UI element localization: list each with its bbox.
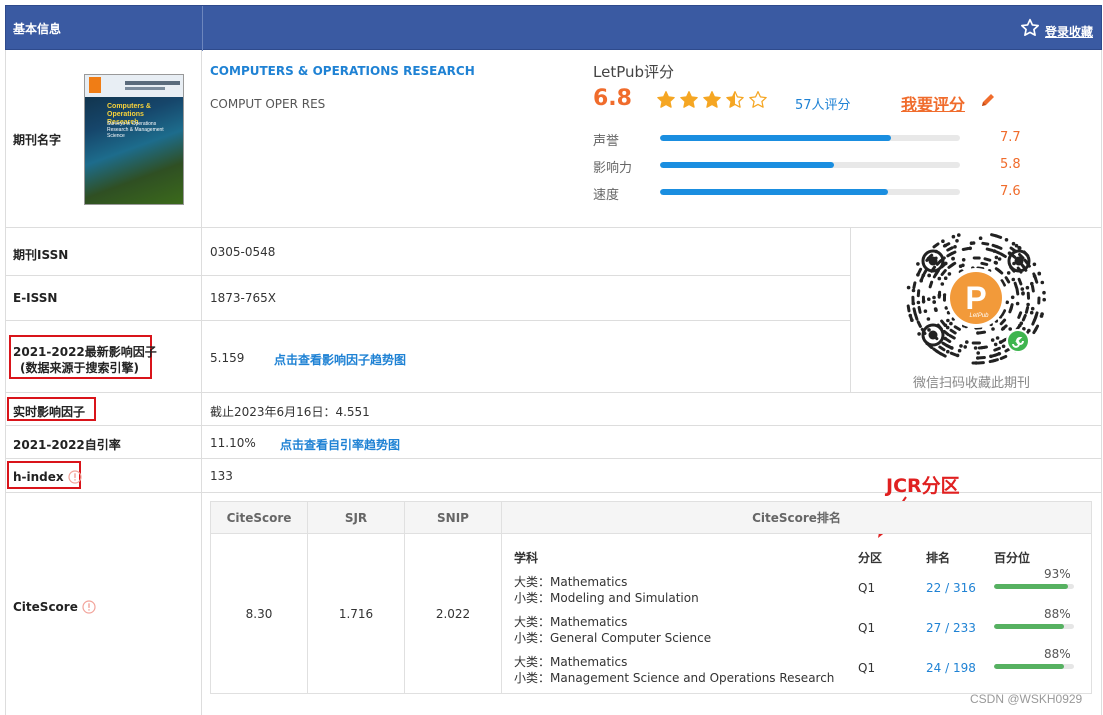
citescore-header: CiteScore <box>210 501 308 534</box>
citescore-label: CiteScore <box>13 600 78 614</box>
h-index-label-wrap: h-index <box>13 470 82 484</box>
star-icon <box>749 91 767 108</box>
metric-name: 速度 <box>593 188 620 203</box>
citescore-value: 8.30 <box>210 533 308 694</box>
percentile-bar <box>994 624 1074 629</box>
rate-journal-link[interactable]: 我要评分 <box>901 91 965 115</box>
cover-subtitle: Surveys in Operations Research & Managem… <box>107 121 164 139</box>
self-citation-label: 2021-2022自引率 <box>13 438 121 452</box>
impact-factor-value: 5.159 <box>210 351 245 365</box>
quartile-value: Q1 <box>858 661 876 675</box>
watermark: CSDN @WSKH0929 <box>970 692 1083 706</box>
quartile-value: Q1 <box>858 581 876 595</box>
impact-factor-label: 2021-2022最新影响因子 <box>13 345 157 359</box>
snip-header: SNIP <box>404 501 502 534</box>
metric-bar-fill <box>660 162 834 168</box>
journal-full-name[interactable]: COMPUTERS & OPERATIONS RESEARCH <box>210 64 475 78</box>
star-icon <box>657 91 675 108</box>
h-index-value: 133 <box>210 469 233 483</box>
self-citation-value: 11.10% <box>210 436 256 450</box>
impact-factor-trend-link[interactable]: 点击查看影响因子趋势图 <box>274 351 406 368</box>
metric-value: 7.7 <box>1000 130 1021 145</box>
percentile-bar-fill <box>994 624 1065 629</box>
star-icon <box>703 91 721 108</box>
subject-major: 大类：Mathematics <box>514 655 628 669</box>
sjr-value: 1.716 <box>307 533 405 694</box>
section-title: 基本信息 <box>13 22 62 36</box>
svg-text:P: P <box>965 280 986 316</box>
subject-minor: 小类：Modeling and Simulation <box>514 591 699 605</box>
info-icon[interactable] <box>68 470 82 484</box>
subject-minor: 小类：Management Science and Operations Res… <box>514 671 835 685</box>
percentile-bar-fill <box>994 664 1065 669</box>
qr-logo-text: LetPub <box>969 313 989 319</box>
wechat-qr-code: PLetPub <box>906 233 1046 365</box>
info-icon[interactable] <box>82 600 96 614</box>
pencil-icon[interactable] <box>980 92 996 108</box>
metric-bar-fill <box>660 189 888 195</box>
quartile-value: Q1 <box>858 621 876 635</box>
metric-bar <box>660 135 960 141</box>
rank-link[interactable]: 22 / 316 <box>926 581 976 595</box>
letpub-rating-title: LetPub评分 <box>593 63 675 81</box>
impact-factor-source: (数据来源于搜索引擎) <box>20 361 139 375</box>
metric-bar <box>660 189 960 195</box>
star-icon <box>680 91 698 108</box>
metric-name: 声誉 <box>593 134 620 149</box>
metric-bar <box>660 162 960 168</box>
metric-value: 7.6 <box>1000 184 1021 199</box>
eissn-value: 1873-765X <box>210 291 276 305</box>
percentile-bar-fill <box>994 584 1069 589</box>
percentile-col-header: 百分位 <box>994 551 1031 565</box>
issn-label: 期刊ISSN <box>13 248 69 262</box>
percentile-bar <box>994 664 1074 669</box>
rating-stars <box>656 90 771 110</box>
rank-link[interactable]: 24 / 198 <box>926 661 976 675</box>
section-header <box>5 5 1102 51</box>
journal-name-label: 期刊名字 <box>13 133 62 147</box>
subject-major: 大类：Mathematics <box>514 575 628 589</box>
journal-abbr-name: COMPUT OPER RES <box>210 97 326 111</box>
subject-minor: 小类：General Computer Science <box>514 631 712 645</box>
quartile-col-header: 分区 <box>858 551 883 565</box>
star-outline-icon[interactable] <box>1020 18 1040 38</box>
rank-col-header: 排名 <box>926 551 951 565</box>
metric-name: 影响力 <box>593 161 633 176</box>
metric-value: 5.8 <box>1000 157 1021 172</box>
percentile-value: 88% <box>1044 607 1071 621</box>
letpub-score: 6.8 <box>593 86 632 111</box>
sjr-header: SJR <box>307 501 405 534</box>
realtime-if-label: 实时影响因子 <box>13 405 86 419</box>
percentile-value: 88% <box>1044 647 1071 661</box>
star-icon <box>726 91 744 108</box>
percentile-value: 93% <box>1044 567 1071 581</box>
h-index-label: h-index <box>13 470 64 484</box>
percentile-bar <box>994 584 1074 589</box>
rank-link[interactable]: 27 / 233 <box>926 621 976 635</box>
qr-caption: 微信扫码收藏此期刊 <box>913 376 1031 391</box>
snip-value: 2.022 <box>404 533 502 694</box>
eissn-label: E-ISSN <box>13 291 58 305</box>
realtime-if-value: 截止2023年6月16日：4.551 <box>210 405 370 419</box>
citescore-label-wrap: CiteScore <box>13 600 96 614</box>
citescore-rank-header: CiteScore排名 <box>501 501 1092 534</box>
subject-col-header: 学科 <box>514 551 539 565</box>
metric-bar-fill <box>660 135 891 141</box>
login-favorite-link[interactable]: 登录收藏 <box>1045 23 1093 40</box>
review-count-link[interactable]: 57人评分 <box>795 94 851 113</box>
issn-value: 0305-0548 <box>210 245 276 259</box>
self-citation-trend-link[interactable]: 点击查看自引率趋势图 <box>280 436 400 453</box>
journal-cover-image: Computers & Operations Research Surveys … <box>84 74 184 205</box>
subject-major: 大类：Mathematics <box>514 615 628 629</box>
